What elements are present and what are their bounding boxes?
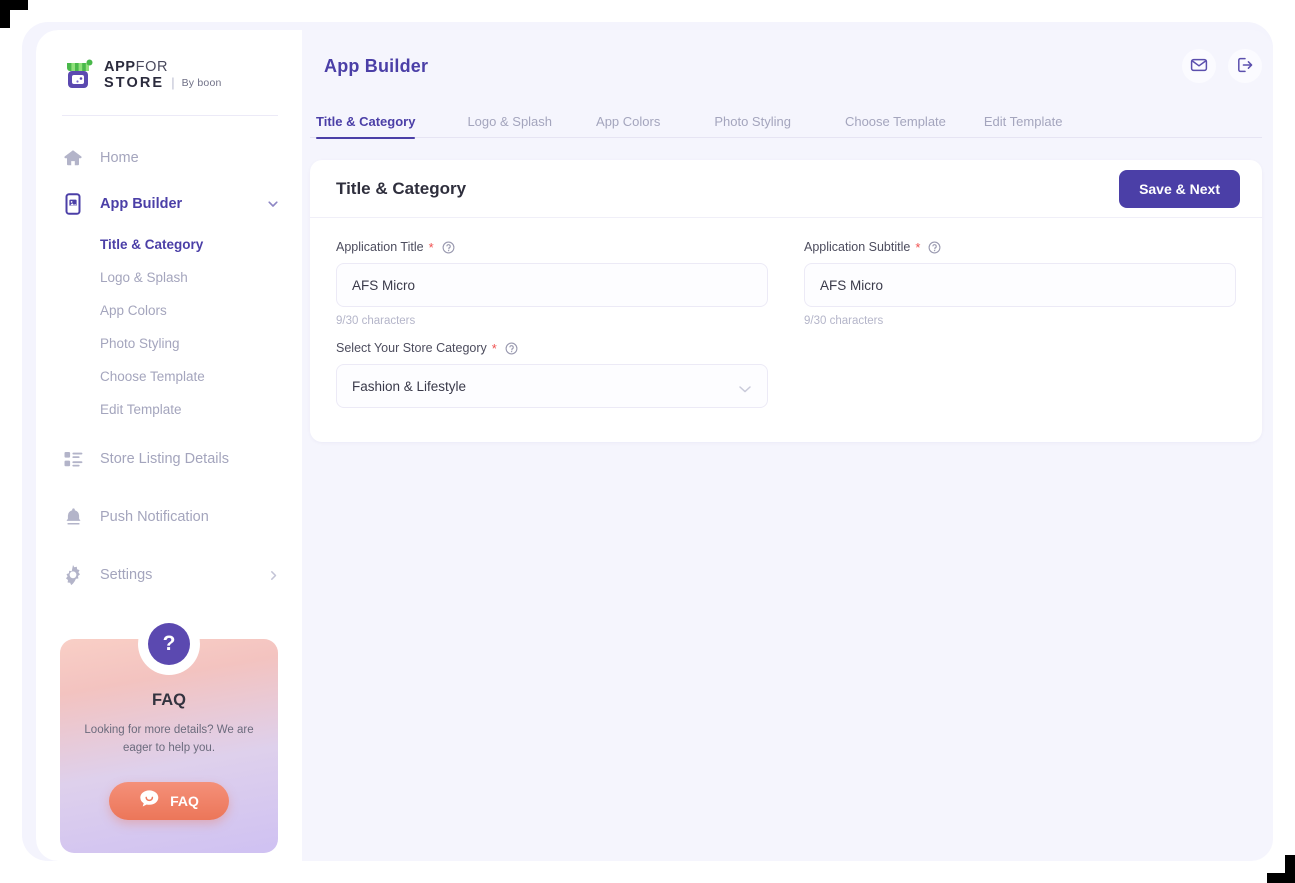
- store-category-label: Select Your Store Category *: [336, 341, 768, 355]
- tab-bar: Title & Category Logo & Splash App Color…: [302, 102, 1273, 139]
- sidebar-item-settings[interactable]: Settings: [36, 555, 302, 595]
- sidebar-subitem-title-category[interactable]: Title & Category: [36, 228, 302, 261]
- form-row-2: Select Your Store Category *: [336, 341, 1236, 408]
- brand-line-2: STORE: [104, 74, 165, 91]
- application-subtitle-label: Application Subtitle *: [804, 240, 1236, 254]
- sidebar-subitem-app-colors[interactable]: App Colors: [36, 294, 302, 327]
- brand-logo[interactable]: APPFOR STORE | By boon: [36, 30, 302, 91]
- app-builder-icon: [62, 193, 84, 216]
- required-marker: *: [491, 340, 497, 356]
- tab-choose-template[interactable]: Choose Template: [845, 114, 946, 138]
- faq-title: FAQ: [152, 691, 186, 709]
- store-logo-icon: [64, 59, 94, 91]
- sidebar-subitem-photo-styling[interactable]: Photo Styling: [36, 327, 302, 360]
- brand-text: APPFOR STORE | By boon: [104, 58, 222, 91]
- required-marker: *: [428, 239, 434, 255]
- sidebar-item-label: Push Notification: [100, 509, 209, 526]
- logout-icon: [1236, 56, 1254, 77]
- faq-description: Looking for more details? We are eager t…: [84, 724, 254, 754]
- label-text: Application Subtitle: [804, 240, 911, 254]
- help-icon[interactable]: [505, 342, 518, 355]
- tab-photo-styling[interactable]: Photo Styling: [714, 114, 791, 138]
- sidebar-subitem-choose-template[interactable]: Choose Template: [36, 360, 302, 393]
- application-subtitle-counter: 9/30 characters: [804, 315, 884, 327]
- bell-icon: [62, 506, 84, 528]
- sidebar-item-label: Home: [100, 150, 139, 167]
- sidebar-nav: Home App Builder Title & Category Logo &…: [36, 116, 302, 595]
- form-card-header: Title & Category Save & Next: [310, 160, 1262, 218]
- crop-mark-bottom-right-vertical: [1285, 855, 1295, 883]
- sidebar-item-label: Store Listing Details: [100, 451, 229, 468]
- logout-button[interactable]: [1228, 49, 1262, 83]
- app-frame: APPFOR STORE | By boon Home App Builder …: [22, 22, 1273, 861]
- sidebar-item-label: Settings: [100, 567, 153, 584]
- help-icon[interactable]: [442, 241, 455, 254]
- gear-icon: [62, 564, 84, 586]
- help-icon[interactable]: [928, 241, 941, 254]
- list-icon: [62, 448, 84, 470]
- chevron-down-icon[interactable]: [266, 197, 280, 211]
- top-bar: App Builder: [302, 30, 1273, 102]
- tab-edit-template[interactable]: Edit Template: [984, 114, 1063, 138]
- faq-card-wrapper: ? FAQ Looking for more details? We are e…: [60, 613, 278, 853]
- faq-card: ? FAQ Looking for more details? We are e…: [60, 613, 278, 853]
- application-title-label: Application Title *: [336, 240, 768, 254]
- field-application-title: Application Title * 9/30 ch: [336, 240, 768, 327]
- sidebar-item-label: App Builder: [100, 196, 183, 213]
- store-category-select-wrapper: [336, 364, 768, 408]
- mail-button[interactable]: [1182, 49, 1216, 83]
- application-title-input[interactable]: [336, 263, 768, 307]
- faq-badge: ?: [138, 613, 200, 675]
- main-content: App Builder Title & Category Logo & Spla…: [302, 30, 1273, 861]
- sidebar-subitem-edit-template[interactable]: Edit Template: [36, 393, 302, 426]
- form-card: Title & Category Save & Next Application…: [310, 160, 1262, 442]
- top-bar-actions: [1182, 49, 1262, 83]
- sidebar-subitem-logo-splash[interactable]: Logo & Splash: [36, 261, 302, 294]
- form-row-1: Application Title * 9/30 ch: [336, 240, 1236, 327]
- form-card-body: Application Title * 9/30 ch: [310, 218, 1262, 442]
- crop-mark-top-left-vertical: [0, 0, 10, 28]
- brand-byline: By boon: [181, 76, 222, 89]
- label-text: Select Your Store Category: [336, 341, 487, 355]
- sidebar-item-store-listing-details[interactable]: Store Listing Details: [36, 439, 302, 479]
- tab-logo-splash[interactable]: Logo & Splash: [467, 114, 552, 138]
- sidebar-item-app-builder[interactable]: App Builder: [36, 184, 302, 224]
- application-title-counter: 9/30 characters: [336, 315, 416, 327]
- brand-separator: |: [171, 75, 175, 91]
- form-card-title: Title & Category: [336, 178, 467, 198]
- home-icon: [62, 147, 84, 169]
- required-marker: *: [915, 239, 921, 255]
- mail-icon: [1190, 56, 1208, 77]
- sidebar-item-home[interactable]: Home: [36, 138, 302, 178]
- sidebar: APPFOR STORE | By boon Home App Builder …: [36, 30, 302, 861]
- application-subtitle-input[interactable]: [804, 263, 1236, 307]
- label-text: Application Title: [336, 240, 424, 254]
- field-store-category: Select Your Store Category *: [336, 341, 768, 408]
- faq-button-label: FAQ: [170, 792, 199, 809]
- save-and-next-button[interactable]: Save & Next: [1119, 169, 1240, 208]
- app-builder-subnav: Title & Category Logo & Splash App Color…: [36, 224, 302, 426]
- question-mark-icon: ?: [148, 623, 190, 665]
- tab-app-colors[interactable]: App Colors: [596, 114, 660, 138]
- brand-line-1: APPFOR: [104, 59, 169, 75]
- app-window: APPFOR STORE | By boon Home App Builder …: [36, 30, 1273, 861]
- field-application-subtitle: Application Subtitle * 9/30: [804, 240, 1236, 327]
- chevron-right-icon[interactable]: [267, 569, 280, 582]
- sidebar-item-push-notification[interactable]: Push Notification: [36, 497, 302, 537]
- chat-bubble-icon: [139, 789, 160, 812]
- page-title: App Builder: [324, 55, 429, 76]
- tab-title-category[interactable]: Title & Category: [316, 114, 416, 139]
- store-category-select[interactable]: [336, 364, 768, 408]
- faq-button[interactable]: FAQ: [109, 781, 229, 820]
